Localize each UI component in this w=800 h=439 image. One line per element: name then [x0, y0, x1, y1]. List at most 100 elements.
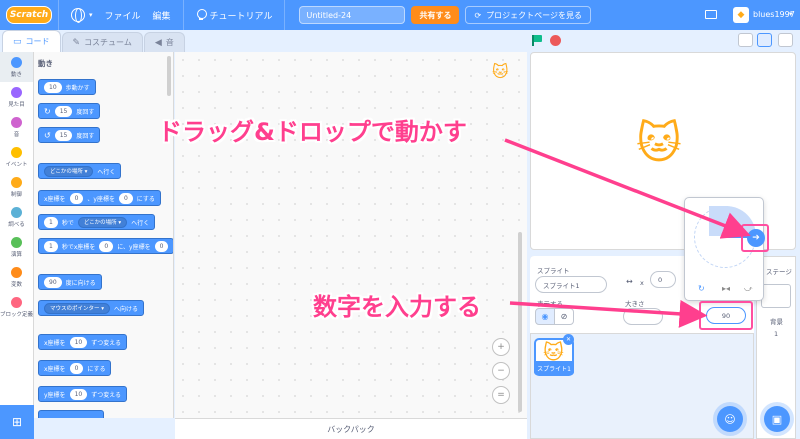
x-field[interactable]: 0 — [650, 271, 676, 288]
sprite-name-field[interactable]: スプライト1 — [535, 276, 607, 293]
block-input[interactable]: 0 — [69, 192, 84, 204]
block-change-y[interactable]: y座標を 10 ずつ変える — [38, 386, 128, 402]
show-label: 表示する — [537, 300, 563, 308]
block-input[interactable]: 0 — [99, 240, 114, 252]
category-label: イベント — [5, 161, 28, 168]
block-input[interactable]: 15 — [54, 105, 73, 117]
block-dropdown[interactable]: どこかの場所 ▾ — [44, 165, 94, 177]
motion-color-dot — [11, 56, 22, 68]
fullscreen-button[interactable] — [778, 33, 793, 47]
block-set-x[interactable]: x座標を 0 にする — [38, 360, 112, 376]
avatar[interactable]: ◆ — [733, 7, 749, 23]
category-label: 見た目 — [8, 101, 25, 108]
file-menu[interactable]: ファイル — [99, 0, 147, 30]
block-text: x座標を — [44, 195, 66, 203]
block-text: へ向ける — [114, 305, 139, 313]
share-button[interactable]: 共有する — [411, 6, 460, 24]
sound-color-dot — [11, 116, 22, 128]
block-input[interactable]: 10 — [44, 81, 62, 93]
block-glide-xy[interactable]: 1 秒でx座標を 0 に、y座標を 0 — [38, 238, 173, 254]
green-flag-icon[interactable] — [532, 35, 544, 46]
sensing-color-dot — [11, 206, 22, 218]
category-label: 音 — [13, 131, 20, 138]
category-label: 演算 — [10, 251, 22, 258]
category-label: ブロック定義 — [0, 311, 34, 318]
extension-icon: ⊞ — [11, 415, 23, 429]
show-sprite-toggle[interactable]: ◉ — [535, 308, 555, 325]
add-backdrop-button[interactable]: ▣ — [764, 406, 790, 432]
delete-sprite-icon[interactable]: ✕ — [563, 334, 574, 345]
scratch-cat-sprite[interactable]: 🐱 — [636, 122, 682, 166]
script-workspace[interactable] — [175, 52, 527, 418]
block-dropdown[interactable]: どこかの場所 ▾ — [77, 216, 128, 228]
small-stage-button[interactable] — [738, 33, 753, 47]
block-input[interactable]: 0 — [154, 240, 169, 252]
project-title-input[interactable]: Untitled-24 — [299, 6, 406, 24]
zoom-reset-button[interactable]: = — [492, 386, 510, 404]
my-stuff-icon[interactable] — [705, 10, 717, 19]
tutorial-menu[interactable]: チュートリアル — [190, 0, 279, 30]
looks-color-dot — [11, 86, 22, 98]
category-motion[interactable]: 動き — [0, 52, 33, 82]
block-input[interactable]: 10 — [69, 336, 88, 348]
block-text: ずつ変える — [91, 339, 122, 347]
edit-menu[interactable]: 編集 — [147, 0, 177, 30]
hide-sprite-toggle[interactable]: ⊘ — [554, 308, 574, 325]
sprite-list-item-label: スプライト1 — [534, 361, 574, 375]
block-input[interactable]: 90 — [44, 276, 62, 288]
add-extension-button[interactable]: ⊞ — [0, 405, 34, 439]
scratch-logo[interactable]: Scratch — [6, 6, 52, 24]
add-sprite-button[interactable]: ☺ — [717, 406, 743, 432]
globe-icon — [71, 8, 85, 23]
zoom-in-button[interactable]: + — [492, 338, 510, 356]
palette-scrollbar[interactable] — [167, 56, 171, 96]
cat-add-icon: ☺ — [724, 412, 736, 426]
normal-stage-button[interactable] — [757, 33, 772, 47]
language-menu[interactable]: ▾ — [65, 0, 99, 30]
block-text: 、y座標を — [87, 195, 115, 203]
chevron-down-icon[interactable]: ▾ — [789, 10, 793, 18]
block-input[interactable]: 1 — [44, 240, 58, 252]
backdrop-count: 1 — [774, 330, 779, 338]
block-change-x[interactable]: x座標を 10 ずつ変える — [38, 334, 128, 350]
category-looks[interactable]: 見た目 — [0, 82, 33, 112]
backpack-bar[interactable]: バックパック — [175, 418, 527, 439]
block-move-steps[interactable]: 10 歩動かす — [38, 79, 96, 95]
block-input[interactable]: 0 — [69, 362, 84, 374]
block-point-towards[interactable]: マウスのポインター ▾ へ向ける — [38, 300, 145, 316]
category-operators[interactable]: 演算 — [0, 232, 33, 262]
category-sensing[interactable]: 調べる — [0, 202, 33, 232]
tab-sound[interactable]: ◀ 音 — [143, 32, 185, 52]
block-dropdown[interactable]: マウスのポインター ▾ — [44, 302, 111, 314]
block-partial[interactable] — [38, 410, 104, 418]
category-events[interactable]: イベント — [0, 142, 33, 172]
dont-rotate-icon[interactable]: ⤻ — [744, 284, 753, 294]
tab-costume[interactable]: ✎ コスチューム — [61, 32, 143, 52]
tab-code[interactable]: ▭ コード — [2, 30, 61, 52]
block-palette: 動き 10 歩動かす ↻ 15 度回す ↺ 15 度回す どこかの場所 ▾ へ行… — [34, 52, 174, 418]
block-glide-to[interactable]: 1 秒で どこかの場所 ▾ へ行く — [38, 214, 156, 230]
remix-icon: ⟳ — [474, 10, 482, 20]
block-input[interactable]: 1 — [44, 216, 58, 228]
see-project-page-button[interactable]: ⟳ プロジェクトページを見る — [465, 6, 592, 24]
zoom-out-button[interactable]: − — [492, 362, 510, 380]
block-input[interactable]: 0 — [118, 192, 133, 204]
rotate-all-around-icon[interactable]: ↻ — [698, 284, 705, 293]
block-input[interactable]: 10 — [69, 388, 88, 400]
category-variables[interactable]: 変数 — [0, 262, 33, 292]
block-goto-xy[interactable]: x座標を 0 、y座標を 0 にする — [38, 190, 161, 206]
stage-thumbnail[interactable] — [761, 284, 791, 308]
block-text: ずつ変える — [91, 391, 122, 399]
category-control[interactable]: 制御 — [0, 172, 33, 202]
block-input[interactable]: 15 — [54, 129, 73, 141]
stop-icon[interactable] — [550, 35, 561, 46]
block-turn-left[interactable]: ↺ 15 度回す — [38, 127, 101, 143]
block-point-direction[interactable]: 90 度に向ける — [38, 274, 102, 290]
category-my-blocks[interactable]: ブロック定義 — [0, 292, 33, 322]
size-field[interactable] — [623, 308, 663, 325]
block-turn-right[interactable]: ↻ 15 度回す — [38, 103, 101, 119]
block-goto[interactable]: どこかの場所 ▾ へ行く — [38, 163, 122, 179]
category-sound[interactable]: 音 — [0, 112, 33, 142]
left-right-icon[interactable]: ▸◂ — [722, 284, 730, 293]
workspace-scrollbar[interactable] — [518, 232, 522, 412]
